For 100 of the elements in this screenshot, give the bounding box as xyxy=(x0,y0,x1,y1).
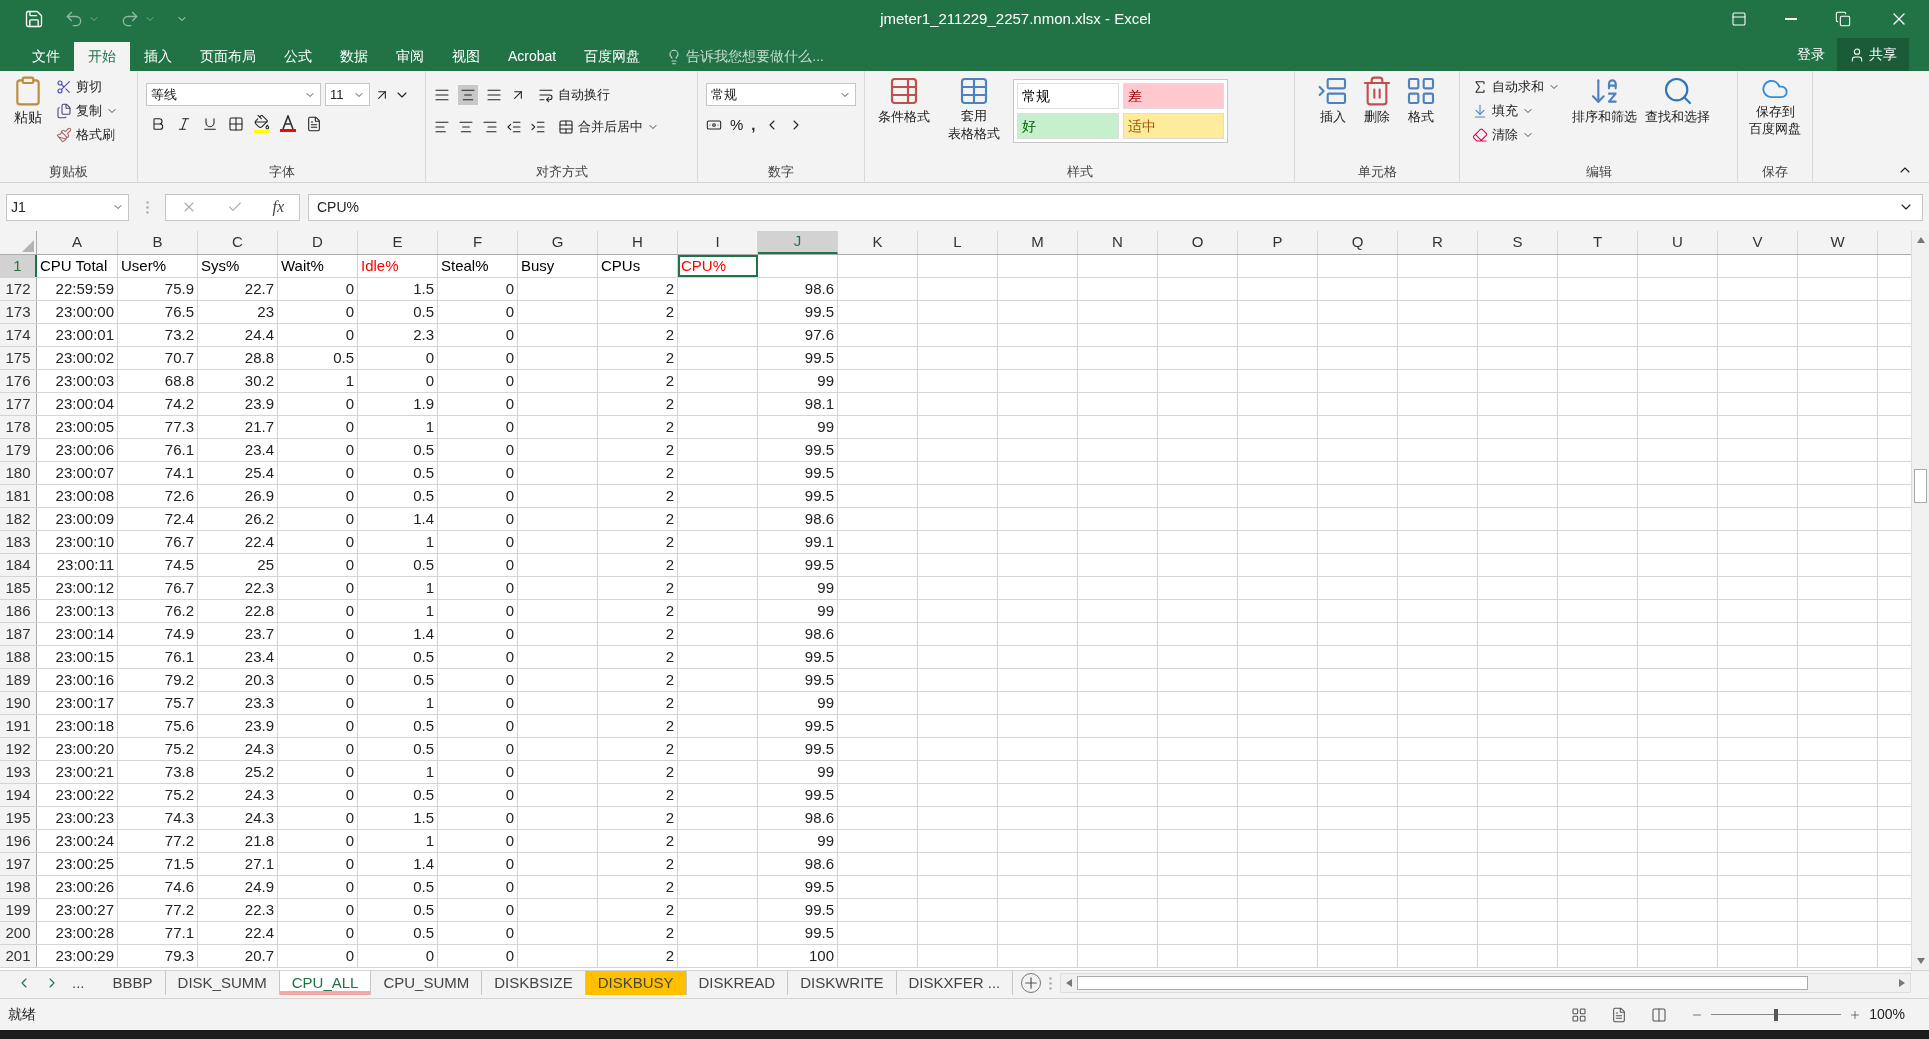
font-size-dropdown[interactable]: 11 xyxy=(325,83,370,106)
sheet-tab[interactable]: DISK_SUMM xyxy=(165,971,280,995)
row-header[interactable]: 185 xyxy=(0,577,37,599)
row-header[interactable]: 199 xyxy=(0,899,37,921)
scroll-down-icon[interactable] xyxy=(1916,957,1925,965)
scroll-thumb[interactable] xyxy=(1914,469,1927,503)
column-header[interactable]: F xyxy=(438,231,518,254)
row-header[interactable]: 196 xyxy=(0,830,37,852)
row-header[interactable]: 173 xyxy=(0,301,37,323)
percent-button[interactable]: % xyxy=(730,114,744,137)
row-header[interactable]: 183 xyxy=(0,531,37,553)
sheet-tab[interactable]: DISKBSIZE xyxy=(482,971,586,995)
row-header[interactable]: 188 xyxy=(0,646,37,668)
row-header[interactable]: 191 xyxy=(0,715,37,737)
scroll-right-icon[interactable] xyxy=(1898,979,1906,987)
cell-style[interactable]: 好 xyxy=(1017,113,1119,139)
column-header[interactable]: D xyxy=(278,231,358,254)
column-header[interactable]: G xyxy=(518,231,598,254)
column-header[interactable]: U xyxy=(1638,231,1718,254)
column-header[interactable]: R xyxy=(1398,231,1478,254)
zoom-level[interactable]: 100% xyxy=(1869,1004,1905,1025)
row-header[interactable]: 175 xyxy=(0,347,37,369)
column-header[interactable]: N xyxy=(1078,231,1158,254)
fill-button[interactable]: 填充 xyxy=(1468,99,1564,123)
ribbon-tab[interactable]: 百度网盘 xyxy=(570,42,655,71)
scroll-up-icon[interactable] xyxy=(1916,236,1925,244)
share-button[interactable]: 共享 xyxy=(1837,38,1909,71)
paste-button[interactable]: 粘贴 xyxy=(8,75,48,162)
column-header[interactable]: M xyxy=(998,231,1078,254)
row-header[interactable]: 178 xyxy=(0,416,37,438)
row-header[interactable]: 184 xyxy=(0,554,37,576)
format-painter-button[interactable]: 格式刷 xyxy=(52,123,122,147)
tell-me-field[interactable]: 告诉我您想要做什么... xyxy=(686,46,907,67)
vertical-scrollbar[interactable] xyxy=(1911,231,1929,970)
name-box[interactable]: J1 xyxy=(6,193,129,221)
row-header[interactable]: 172 xyxy=(0,278,37,300)
cell-style[interactable]: 差 xyxy=(1122,83,1224,109)
merge-center-button[interactable]: 合并后居中 xyxy=(554,115,663,139)
scroll-left-icon[interactable] xyxy=(1065,979,1074,987)
row-header[interactable]: 181 xyxy=(0,485,37,507)
copy-button[interactable]: 复制 xyxy=(52,99,122,123)
zoom-thumb[interactable] xyxy=(1774,1008,1779,1021)
column-header[interactable]: H xyxy=(598,231,678,254)
row-header[interactable]: 180 xyxy=(0,462,37,484)
row-header[interactable]: 190 xyxy=(0,692,37,714)
clear-button[interactable]: 清除 xyxy=(1468,123,1564,147)
sheet-tab[interactable]: DISKXFER ... xyxy=(896,971,1014,995)
row-header[interactable]: 201 xyxy=(0,945,37,967)
sheet-tab[interactable]: CPU_ALL xyxy=(279,971,372,995)
row-header[interactable]: 1 xyxy=(0,255,37,277)
column-header[interactable]: J xyxy=(758,231,838,254)
sign-in-link[interactable]: 登录 xyxy=(1785,44,1837,65)
insert-button[interactable]: 插入 xyxy=(1317,75,1349,162)
ribbon-tab[interactable]: 开始 xyxy=(74,42,130,71)
row-header[interactable]: 192 xyxy=(0,738,37,760)
sheet-tab[interactable]: DISKREAD xyxy=(686,971,789,995)
column-header[interactable]: T xyxy=(1558,231,1638,254)
delete-button[interactable]: 删除 xyxy=(1361,75,1393,162)
more-sheets-button[interactable]: ... xyxy=(72,971,85,995)
ribbon-tab[interactable]: 页面布局 xyxy=(186,42,270,71)
row-header[interactable]: 200 xyxy=(0,922,37,944)
column-header[interactable]: E xyxy=(358,231,438,254)
column-header[interactable]: B xyxy=(118,231,198,254)
ribbon-tab[interactable]: 公式 xyxy=(270,42,326,71)
sheet-tab[interactable]: BBBP xyxy=(100,971,166,995)
ribbon-tab[interactable]: 插入 xyxy=(130,42,186,71)
row-header[interactable]: 179 xyxy=(0,439,37,461)
font-name-dropdown[interactable]: 等线 xyxy=(146,83,321,106)
column-header[interactable]: A xyxy=(37,231,118,254)
ribbon-tab[interactable]: 文件 xyxy=(18,42,74,71)
horizontal-scrollbar[interactable] xyxy=(1060,973,1911,993)
comma-button[interactable]: , xyxy=(751,114,756,137)
ribbon-tab[interactable]: Acrobat xyxy=(494,42,571,71)
format-button[interactable]: 格式 xyxy=(1405,75,1437,162)
sort-filter-button[interactable]: 排序和筛选 xyxy=(1572,75,1637,162)
ribbon-tab[interactable]: 视图 xyxy=(438,42,494,71)
conditional-format-button[interactable]: 条件格式 xyxy=(873,75,935,162)
save-to-cloud-button[interactable]: 保存到 百度网盘 xyxy=(1749,75,1801,162)
row-header[interactable]: 189 xyxy=(0,669,37,691)
column-header[interactable]: Q xyxy=(1318,231,1398,254)
column-header[interactable]: V xyxy=(1718,231,1798,254)
cell-style[interactable]: 常规 xyxy=(1017,83,1119,109)
row-header[interactable]: 195 xyxy=(0,807,37,829)
row-header[interactable]: 198 xyxy=(0,876,37,898)
ribbon-tab[interactable]: 审阅 xyxy=(382,42,438,71)
cell-style[interactable]: 适中 xyxy=(1122,113,1224,139)
insert-function-button[interactable]: fx xyxy=(272,195,285,219)
column-header[interactable]: P xyxy=(1238,231,1318,254)
column-header[interactable]: C xyxy=(198,231,278,254)
row-header[interactable]: 176 xyxy=(0,370,37,392)
wrap-text-button[interactable]: 自动换行 xyxy=(534,83,614,107)
row-header[interactable]: 186 xyxy=(0,600,37,622)
row-header[interactable]: 182 xyxy=(0,508,37,530)
row-header[interactable]: 187 xyxy=(0,623,37,645)
cut-button[interactable]: 剪切 xyxy=(52,75,122,99)
row-header[interactable]: 197 xyxy=(0,853,37,875)
row-header[interactable]: 194 xyxy=(0,784,37,806)
column-header[interactable]: L xyxy=(918,231,998,254)
sheet-tab[interactable]: CPU_SUMM xyxy=(371,971,483,995)
ribbon-tab[interactable]: 数据 xyxy=(326,42,382,71)
